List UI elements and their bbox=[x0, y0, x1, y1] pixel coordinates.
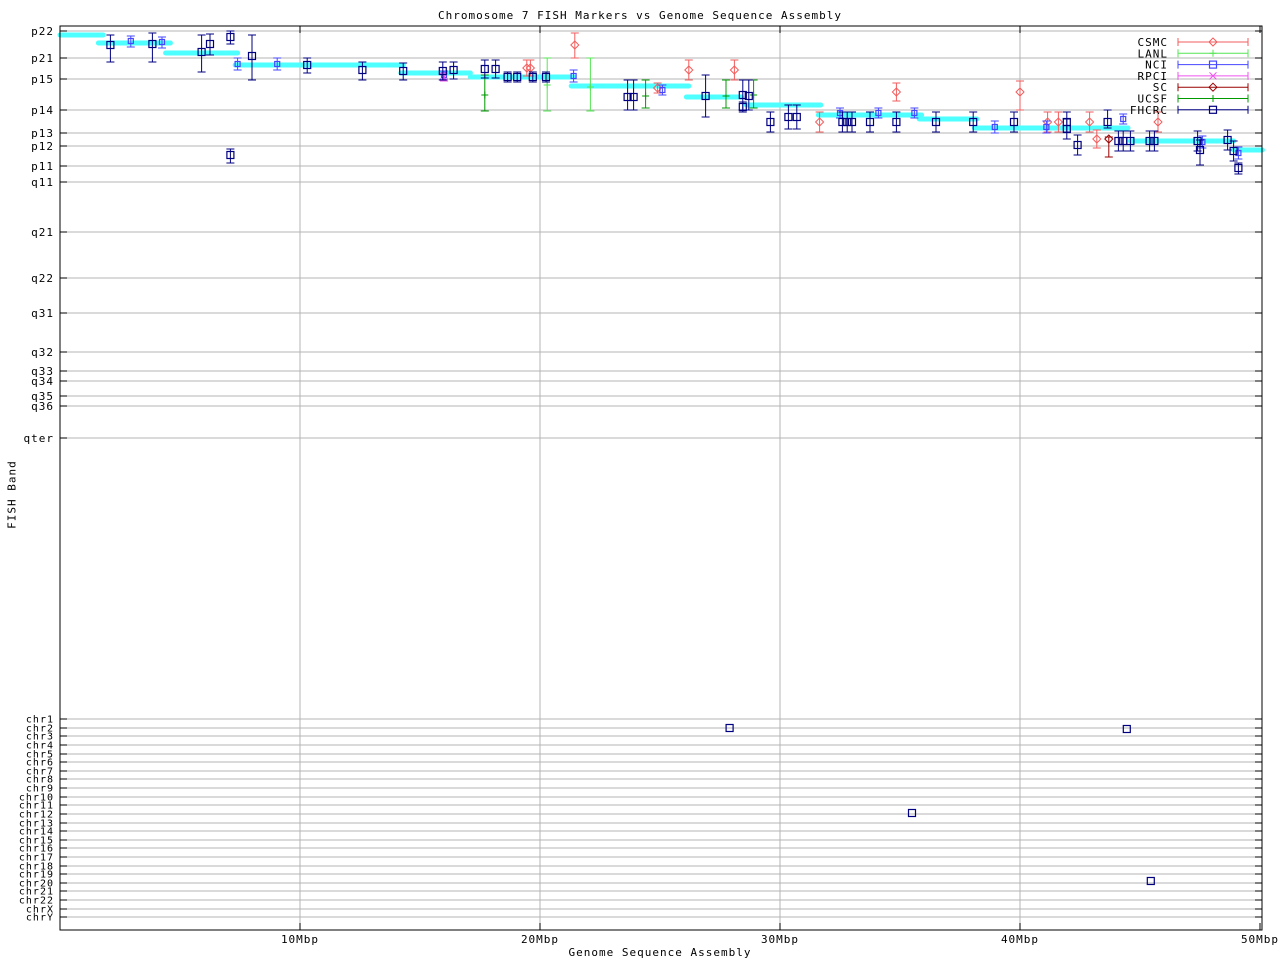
marker-square bbox=[907, 808, 917, 818]
y-band-label: qter bbox=[24, 432, 55, 445]
marker-square bbox=[1122, 724, 1131, 734]
x-tick-label: 50Mbp bbox=[1241, 933, 1279, 946]
plot-border bbox=[59, 25, 1263, 931]
scatter-plot: 10Mbp 20Mbp 30Mbp 40Mbp 50Mbp p22 p21 p15 p14 p13… bbox=[19, 25, 1279, 946]
legend-label-FHCRC: FHCRC bbox=[1130, 104, 1168, 117]
y-band-label: q32 bbox=[31, 346, 54, 359]
y-band-label: q22 bbox=[31, 272, 54, 285]
y-band-label: p22 bbox=[31, 25, 54, 38]
y-band-label: p15 bbox=[31, 73, 54, 86]
y-band-label: p11 bbox=[31, 160, 54, 173]
chr-band-label: chrY bbox=[26, 913, 54, 924]
y-band-label: q36 bbox=[31, 400, 54, 413]
x-tick-label: 40Mbp bbox=[1001, 933, 1039, 946]
y-band-label: q11 bbox=[31, 176, 54, 189]
y-band-label: q21 bbox=[31, 226, 54, 239]
y-band-label: q34 bbox=[31, 375, 54, 388]
fish-chart-page: Chromosome 7 FISH Markers vs Genome Sequ… bbox=[0, 0, 1280, 960]
y-band-label: p14 bbox=[31, 104, 54, 117]
x-tick-label: 30Mbp bbox=[761, 933, 799, 946]
y-band-label: p13 bbox=[31, 127, 54, 140]
y-band-label: q31 bbox=[31, 307, 54, 320]
x-tick-label: 10Mbp bbox=[281, 933, 319, 946]
x-tick-label: 20Mbp bbox=[521, 933, 559, 946]
y-band-label: p12 bbox=[31, 140, 54, 153]
y-band-label: p21 bbox=[31, 52, 54, 65]
